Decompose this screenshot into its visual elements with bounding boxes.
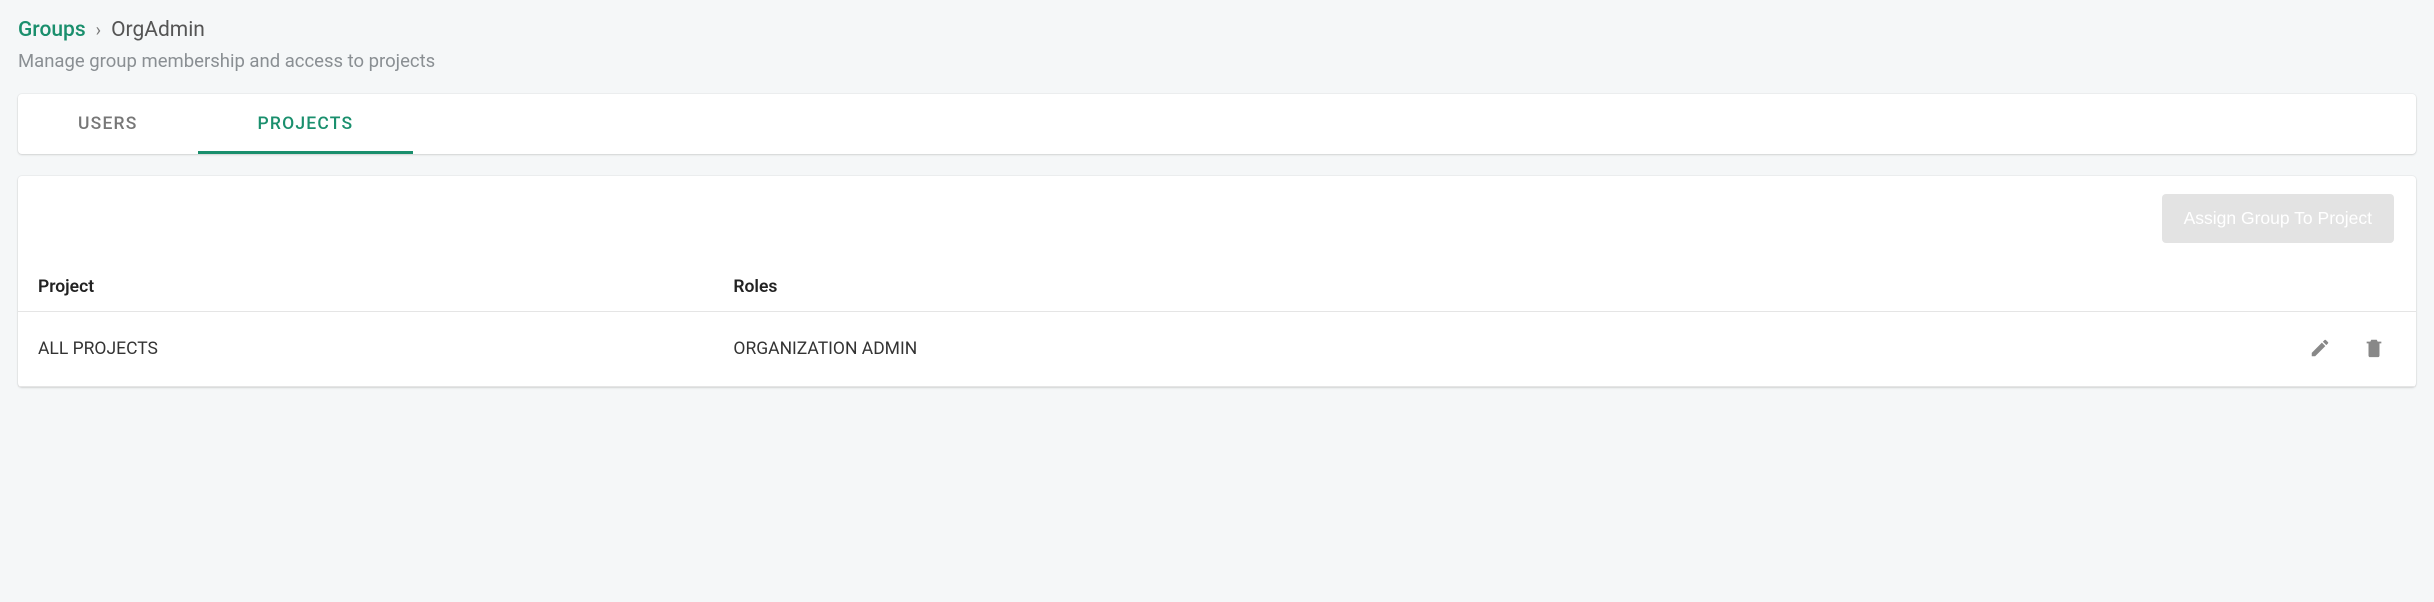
column-header-roles: Roles	[713, 265, 2056, 312]
projects-table: Project Roles ALL PROJECTS ORGANIZATION …	[18, 265, 2416, 387]
projects-panel: Assign Group To Project Project Roles AL…	[18, 176, 2416, 387]
tab-projects[interactable]: PROJECTS	[198, 94, 414, 154]
column-header-project: Project	[18, 265, 713, 312]
cell-project: ALL PROJECTS	[18, 312, 713, 387]
page-subtitle: Manage group membership and access to pr…	[18, 50, 2416, 72]
trash-icon[interactable]	[2360, 334, 2388, 362]
cell-actions	[2056, 312, 2416, 387]
breadcrumb-separator: ›	[96, 20, 101, 41]
column-header-actions	[2056, 265, 2416, 312]
breadcrumb-groups-link[interactable]: Groups	[18, 18, 86, 42]
panel-header: Assign Group To Project	[18, 194, 2416, 265]
pencil-icon[interactable]	[2306, 334, 2334, 362]
breadcrumb-current: OrgAdmin	[111, 18, 205, 42]
assign-group-to-project-button[interactable]: Assign Group To Project	[2162, 194, 2394, 243]
cell-roles: ORGANIZATION ADMIN	[713, 312, 2056, 387]
tabs: USERS PROJECTS	[18, 94, 2416, 154]
tab-users[interactable]: USERS	[18, 94, 198, 154]
tabs-container: USERS PROJECTS	[18, 94, 2416, 154]
breadcrumb: Groups › OrgAdmin	[18, 18, 2416, 42]
table-row: ALL PROJECTS ORGANIZATION ADMIN	[18, 312, 2416, 387]
